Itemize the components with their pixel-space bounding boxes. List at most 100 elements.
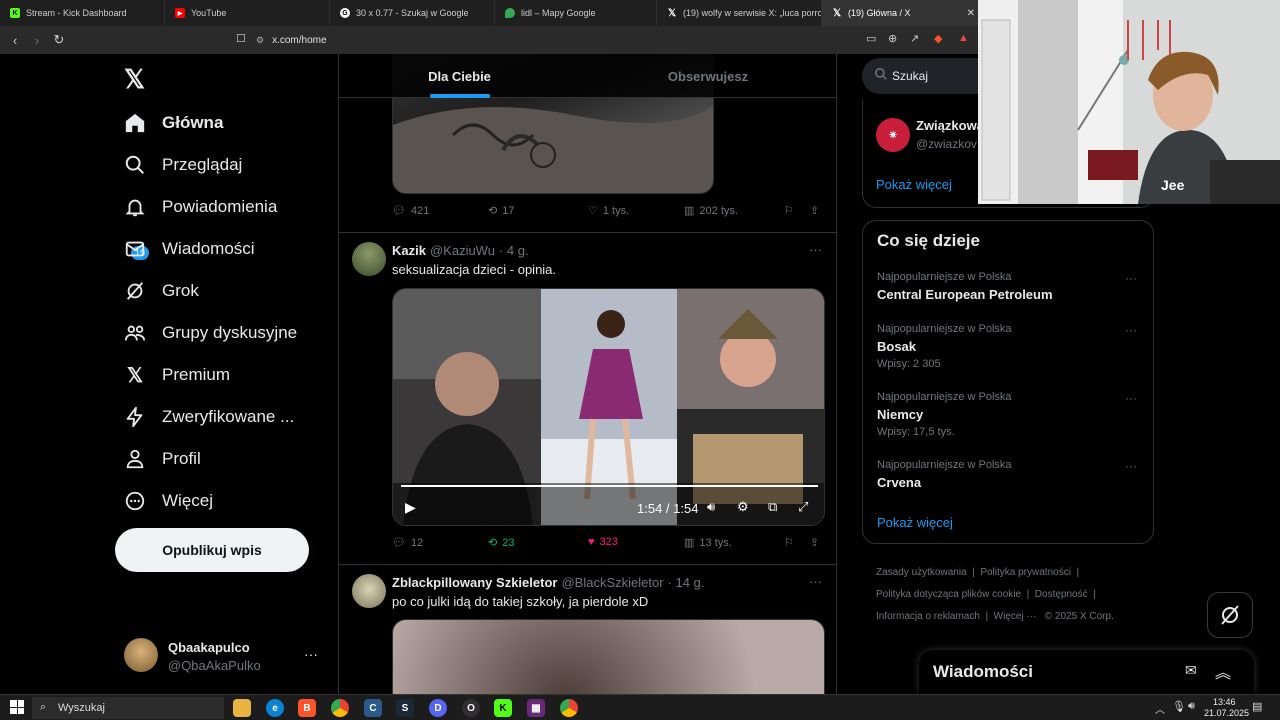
tweet-video[interactable]: ▶ 1:54 / 1:54 🔊︎ ⚙ ⧉ ⤢ — [392, 288, 825, 526]
browser-tab-active[interactable]: 𝕏 (19) Główna / X ✕ — [822, 0, 982, 26]
app-icon[interactable]: C — [364, 699, 382, 717]
browser-tab[interactable]: 𝕏 (19) wolfy w serwisie X: „luca porro b… — [657, 0, 822, 26]
expand-icon[interactable]: ︽ — [1215, 659, 1231, 683]
forward-icon[interactable]: › — [26, 33, 48, 48]
back-icon[interactable]: ‹ — [4, 33, 26, 48]
chrome-icon[interactable] — [331, 699, 349, 717]
footer-link[interactable]: Polityka dotycząca plików cookie — [876, 589, 1021, 600]
author-handle[interactable]: @KaziuWu — [430, 243, 495, 258]
show-more-link[interactable]: Pokaż więcej — [877, 515, 953, 530]
more-dots-icon[interactable]: ··· — [1125, 323, 1137, 337]
nav-home[interactable]: Główna — [124, 106, 223, 140]
trend-item[interactable]: Najpopularniejsze w Polska Bosak Wpisy: … — [877, 323, 1137, 370]
settings-icon[interactable]: ⚙ — [737, 499, 749, 515]
browser-tab[interactable]: ▶ YouTube — [165, 0, 330, 26]
steam-icon[interactable]: S — [396, 699, 414, 717]
footer-link[interactable]: Informacja o reklamach — [876, 611, 980, 622]
edge-icon[interactable]: e — [266, 699, 284, 717]
share-button[interactable]: ⇪ — [810, 204, 819, 217]
brave-icon[interactable]: B — [298, 699, 316, 717]
nav-communities[interactable]: Grupy dyskusyjne — [124, 316, 297, 350]
clock-date[interactable]: 21.07.2025 — [1204, 708, 1249, 718]
nav-more[interactable]: Więcej — [124, 484, 213, 518]
chrome-icon[interactable] — [560, 699, 578, 717]
footer-link[interactable]: Polityka prywatności — [980, 567, 1071, 578]
bookmark-button[interactable]: ⚐ — [784, 204, 794, 217]
play-icon[interactable]: ▶ — [405, 499, 416, 516]
volume-icon[interactable]: 🔊︎ — [707, 499, 715, 515]
like-button[interactable]: ♡ 1 tys. — [588, 204, 629, 218]
windows-start-icon[interactable] — [10, 700, 24, 714]
notification-center-icon[interactable]: ▤ — [1252, 700, 1262, 713]
site-info-icon[interactable]: ⚙ — [256, 35, 264, 46]
tweet-time[interactable]: · 4 g. — [499, 243, 529, 258]
bookmark-button[interactable]: ⚐ — [784, 536, 794, 549]
follow-name[interactable]: Związkowa — [916, 118, 984, 133]
nav-verified-orgs[interactable]: Zweryfikowane ... — [124, 400, 294, 434]
browser-tab[interactable]: K Stream - Kick Dashboard — [0, 0, 165, 26]
more-dots-icon[interactable]: ··· — [1125, 459, 1137, 473]
avatar[interactable] — [352, 574, 386, 608]
taskbar-search[interactable]: ⌕ Wyszukaj — [32, 697, 224, 719]
file-explorer-icon[interactable] — [233, 699, 251, 717]
post-button[interactable]: Opublikuj wpis — [115, 528, 309, 572]
nav-profile[interactable]: Profil — [124, 442, 201, 476]
messages-drawer[interactable]: Wiadomości ✉ ︽ — [919, 650, 1254, 694]
author-name[interactable]: Zblackpillowany Szkieletor — [392, 575, 557, 590]
app-icon[interactable]: ▦ — [527, 699, 545, 717]
nav-grok[interactable]: Grok — [124, 274, 199, 308]
repost-button[interactable]: ⟲ 17 — [488, 204, 514, 218]
brave-shield-icon[interactable]: ◆ — [934, 32, 942, 45]
footer-more-link[interactable]: Więcej ··· — [994, 611, 1037, 622]
avatar[interactable] — [352, 242, 386, 276]
grok-button[interactable] — [1207, 592, 1253, 638]
browser-tab[interactable]: lidl – Mapy Google — [495, 0, 657, 26]
show-more-link[interactable]: Pokaż więcej — [876, 177, 952, 192]
nav-messages[interactable]: Wiadomości — [124, 232, 255, 266]
tweet-time[interactable]: · 14 g. — [668, 575, 705, 590]
microphone-icon[interactable]: 🎙︎ — [1172, 700, 1186, 713]
clock-time[interactable]: 13:46 — [1213, 697, 1236, 707]
tray-chevron-icon[interactable]: ︿ — [1155, 701, 1165, 716]
author-name[interactable]: Kazik — [392, 243, 426, 258]
kick-icon[interactable]: K — [494, 699, 512, 717]
views-button[interactable]: ▥ 13 tys. — [684, 536, 732, 550]
author-handle[interactable]: @BlackSzkieletor — [561, 575, 663, 590]
volume-icon[interactable]: 🔊︎ — [1188, 700, 1195, 713]
bookmark-icon[interactable]: ☐ — [236, 32, 246, 45]
footer-link[interactable]: Dostępność — [1035, 589, 1088, 600]
x-logo[interactable]: 𝕏 — [124, 64, 145, 95]
tab-following[interactable]: Obserwujesz — [580, 54, 836, 98]
trend-item[interactable]: Najpopularniejsze w Polska Central Europ… — [877, 271, 1137, 302]
zoom-icon[interactable]: ⊕ — [888, 32, 897, 45]
fullscreen-icon[interactable]: ⤢ — [798, 499, 808, 515]
follow-handle[interactable]: @zwiazkov — [916, 137, 977, 151]
discord-icon[interactable]: D — [429, 699, 447, 717]
footer-link[interactable]: Zasady użytkowania — [876, 567, 967, 578]
new-message-icon[interactable]: ✉ — [1185, 662, 1197, 679]
nav-explore[interactable]: Przeglądaj — [124, 148, 242, 182]
more-dots-icon[interactable]: ··· — [1125, 391, 1137, 405]
reload-icon[interactable]: ↻ — [48, 32, 70, 48]
cast-icon[interactable]: ▭ — [866, 32, 876, 45]
share-button[interactable]: ⇪ — [810, 536, 819, 549]
tab-for-you[interactable]: Dla Ciebie — [339, 54, 580, 98]
brave-rewards-icon[interactable]: ▲ — [958, 32, 969, 44]
like-button[interactable]: ♥ 323 — [588, 536, 618, 548]
tweet-more-icon[interactable]: ··· — [809, 574, 822, 589]
tweet-more-icon[interactable]: ··· — [809, 242, 822, 257]
reply-button[interactable]: 💬︎ 421 — [392, 204, 429, 218]
repost-button[interactable]: ⟲ 23 — [488, 536, 514, 550]
more-dots-icon[interactable]: ··· — [304, 646, 318, 662]
reply-button[interactable]: 💬︎ 12 — [392, 536, 423, 550]
trend-item[interactable]: Najpopularniejsze w Polska Niemcy Wpisy:… — [877, 391, 1137, 438]
pip-icon[interactable]: ⧉ — [768, 499, 777, 515]
trend-item[interactable]: Najpopularniejsze w Polska Crvena ··· — [877, 459, 1137, 490]
views-button[interactable]: ▥ 202 tys. — [684, 204, 738, 218]
more-dots-icon[interactable]: ··· — [1125, 271, 1137, 285]
nav-premium[interactable]: 𝕏 Premium — [124, 358, 230, 392]
avatar[interactable]: ✷ — [876, 118, 910, 152]
share-icon[interactable]: ↗ — [910, 32, 919, 45]
obs-icon[interactable]: O — [462, 699, 480, 717]
account-switcher[interactable]: Qbaakapulco @QbaAkaPulko ··· — [124, 638, 324, 674]
